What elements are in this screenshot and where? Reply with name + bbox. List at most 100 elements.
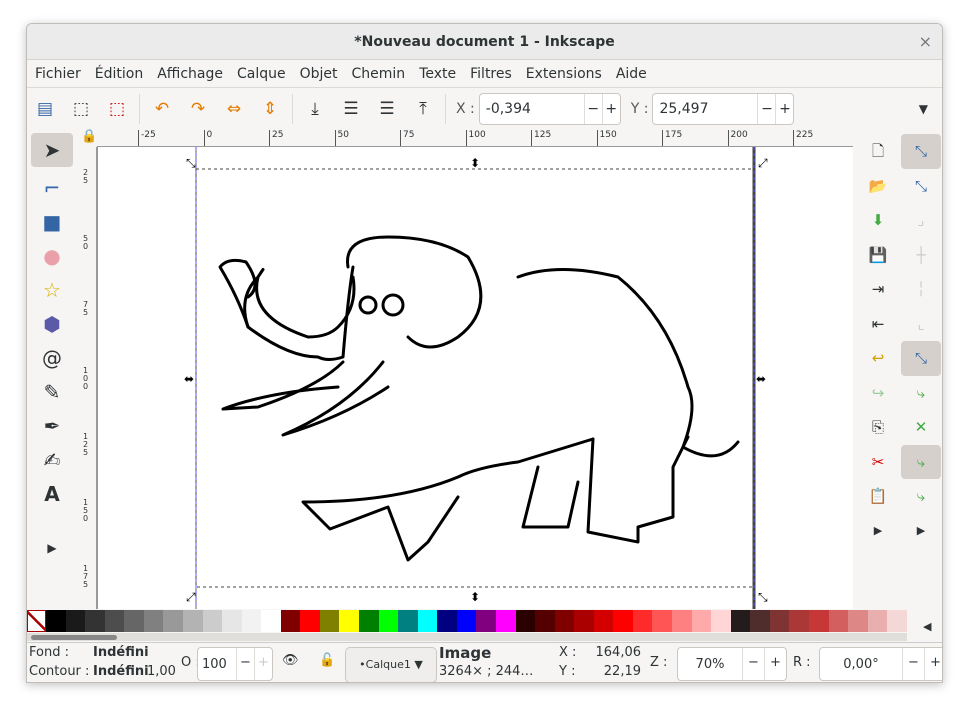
color-swatch[interactable] <box>378 610 399 632</box>
layer-lock-icon[interactable]: 🔓 <box>319 653 335 668</box>
pencil-tool-icon[interactable]: ✎ <box>27 375 77 409</box>
select-all-layers-icon[interactable]: ⬚ <box>63 99 99 119</box>
opacity-value[interactable]: 100 <box>198 657 236 672</box>
lock-guides-icon[interactable]: 🔒 <box>81 129 97 144</box>
menu-extensions[interactable]: Extensions <box>526 66 602 82</box>
color-swatch[interactable] <box>339 610 359 632</box>
color-swatch[interactable] <box>437 610 457 632</box>
color-swatch[interactable] <box>652 610 672 632</box>
node-tool-icon[interactable]: ⌐ <box>27 171 77 205</box>
color-palette[interactable] <box>27 610 907 632</box>
rotate-decrement[interactable]: − <box>902 648 924 680</box>
rotate-ccw-icon[interactable]: ↶ <box>144 99 180 119</box>
color-swatch[interactable] <box>124 610 144 632</box>
more-snap-icon[interactable]: ▶ <box>901 514 941 549</box>
spiral-tool-icon[interactable]: @ <box>27 341 77 375</box>
fill-value[interactable]: Indéfini <box>93 645 149 660</box>
snap-path-icon[interactable]: ⤷ <box>901 376 941 411</box>
menu-calque[interactable]: Calque <box>237 66 286 82</box>
y-field[interactable]: 25,497− + <box>652 93 795 125</box>
select-all-icon[interactable]: ▤ <box>27 99 63 119</box>
color-swatch[interactable] <box>613 610 633 632</box>
color-swatch[interactable] <box>261 610 281 632</box>
opacity-field[interactable]: 100− + <box>197 647 273 681</box>
more-commands-icon[interactable]: ▶ <box>859 514 897 549</box>
color-swatch[interactable] <box>182 610 203 632</box>
color-swatch[interactable] <box>672 610 692 632</box>
raise-to-top-icon[interactable]: ⤒ <box>405 99 441 119</box>
color-swatch[interactable] <box>319 610 340 632</box>
color-swatch[interactable] <box>711 610 731 632</box>
open-icon[interactable]: 📂 <box>859 169 897 204</box>
cut-icon[interactable]: ✂ <box>859 445 897 480</box>
overflow-chevron-icon[interactable]: ▼ <box>919 102 928 116</box>
save-icon[interactable]: 💾 <box>859 238 897 273</box>
layer-visibility-icon[interactable]: 👁 <box>282 653 299 668</box>
zoom-field[interactable]: 70% − + <box>677 647 787 681</box>
undo-icon[interactable]: ↩ <box>859 341 897 376</box>
layer-dropdown[interactable]: •Calque1 ▼ <box>345 647 437 682</box>
lower-to-bottom-icon[interactable]: ⤓ <box>297 99 333 119</box>
pen-tool-icon[interactable]: ✒ <box>27 409 77 443</box>
zoom-decrement[interactable]: − <box>742 648 764 680</box>
stroke-width[interactable]: 1,00 <box>147 664 176 679</box>
color-swatch[interactable] <box>280 610 301 632</box>
close-icon[interactable]: × <box>919 24 932 60</box>
color-swatch[interactable] <box>535 610 555 632</box>
palette-scroll-icon[interactable]: ◀ <box>923 620 931 633</box>
ellipse-tool-icon[interactable]: ● <box>27 239 77 273</box>
no-paint-swatch[interactable] <box>27 610 46 632</box>
menu-texte[interactable]: Texte <box>419 66 456 82</box>
x-decrement[interactable]: − <box>583 94 602 124</box>
color-swatch[interactable] <box>417 610 438 632</box>
flip-horizontal-icon[interactable]: ⇔ <box>216 99 252 119</box>
color-swatch[interactable] <box>104 610 125 632</box>
color-swatch[interactable] <box>202 610 223 632</box>
color-swatch[interactable] <box>574 610 594 632</box>
menu-aide[interactable]: Aide <box>616 66 647 82</box>
rotate-cw-icon[interactable]: ↷ <box>180 99 216 119</box>
color-swatch[interactable] <box>808 610 829 632</box>
color-swatch[interactable] <box>143 610 164 632</box>
color-swatch[interactable] <box>867 610 888 632</box>
elephant-image[interactable] <box>218 235 740 562</box>
rotate-field[interactable]: 0,00° − + <box>819 647 942 681</box>
y-value[interactable]: 25,497 <box>653 101 757 117</box>
menu-fichier[interactable]: Fichier <box>35 66 81 82</box>
color-swatch[interactable] <box>46 610 66 632</box>
color-swatch[interactable] <box>85 610 105 632</box>
rectangle-tool-icon[interactable]: ■ <box>27 205 77 239</box>
color-swatch[interactable] <box>593 610 614 632</box>
color-swatch[interactable] <box>554 610 575 632</box>
snap-bbox-icon[interactable]: ⤡ <box>901 169 941 204</box>
canvas[interactable]: ⤡ ⬍ ⤢ ⬌ ⬌ ⤢ ⬍ ⤡ <box>97 147 853 609</box>
color-swatch[interactable] <box>887 610 907 632</box>
selection-handles[interactable]: ⤡ ⬍ ⤢ ⬌ ⬌ ⤢ ⬍ ⤡ <box>184 156 768 604</box>
menu-edition[interactable]: Édition <box>95 66 143 82</box>
save-download-icon[interactable]: ⬇ <box>859 203 897 238</box>
import-icon[interactable]: ⇥ <box>859 272 897 307</box>
color-swatch[interactable] <box>241 610 262 632</box>
x-increment[interactable]: + <box>601 94 620 124</box>
new-document-icon[interactable]: 🗋 <box>859 134 897 169</box>
text-tool-icon[interactable]: A <box>27 477 77 511</box>
color-swatch[interactable] <box>398 610 418 632</box>
color-swatch[interactable] <box>476 610 496 632</box>
lower-icon[interactable]: ☰ <box>333 99 369 119</box>
color-swatch[interactable] <box>300 610 320 632</box>
snap-bbox-midpoint-icon[interactable]: ╎ <box>901 272 941 307</box>
x-value[interactable]: -0,394 <box>480 101 584 117</box>
redo-icon[interactable]: ↪ <box>859 376 897 411</box>
palette-scrollbar[interactable] <box>27 633 907 641</box>
selector-tool-icon[interactable]: ➤ <box>31 133 73 167</box>
paste-icon[interactable]: 📋 <box>859 479 897 514</box>
color-swatch[interactable] <box>222 610 242 632</box>
snap-toggle-icon[interactable]: ⤡ <box>901 134 941 169</box>
stroke-value[interactable]: Indéfini <box>93 664 149 679</box>
color-swatch[interactable] <box>828 610 849 632</box>
color-swatch[interactable] <box>730 610 751 632</box>
rotate-increment[interactable]: + <box>924 648 942 680</box>
star-tool-icon[interactable]: ☆ <box>27 273 77 307</box>
opacity-increment[interactable]: + <box>254 648 272 680</box>
color-swatch[interactable] <box>359 610 379 632</box>
